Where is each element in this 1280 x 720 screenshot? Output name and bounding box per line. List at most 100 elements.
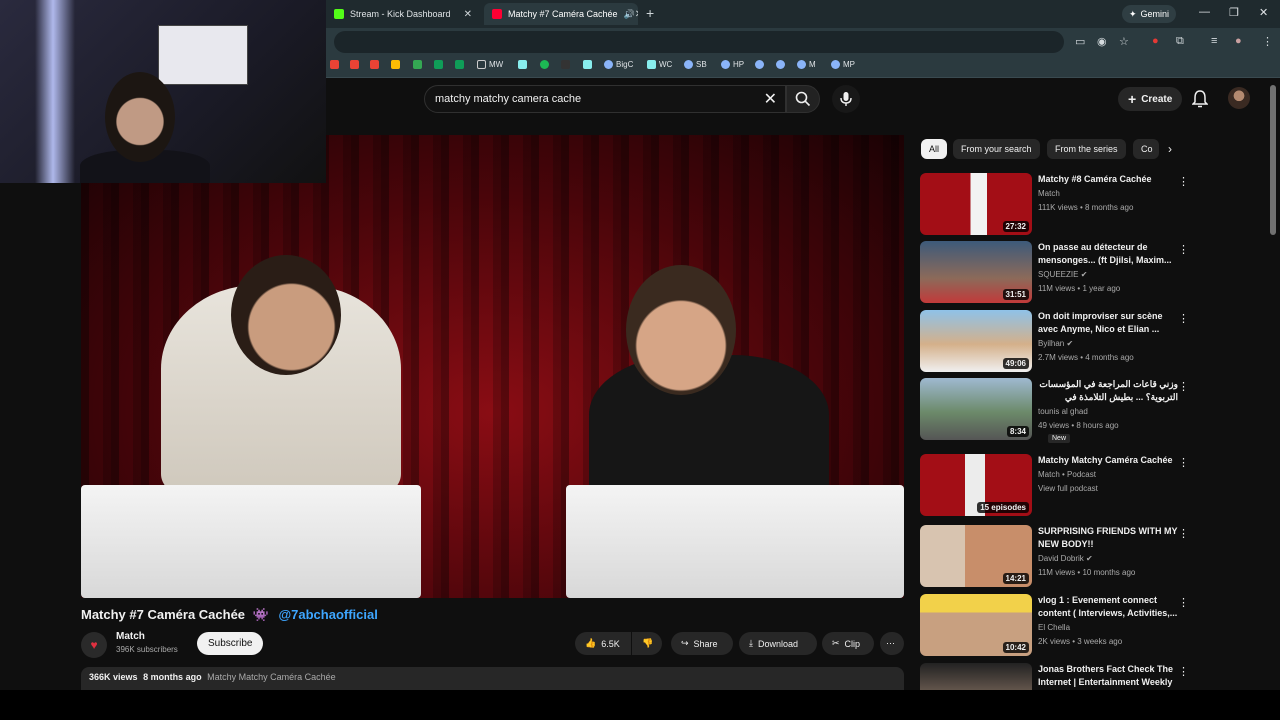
gmail-icon[interactable] <box>350 60 359 69</box>
bookmark-icon[interactable] <box>755 60 764 69</box>
gmail-icon[interactable] <box>330 60 339 69</box>
bookmark-sb[interactable]: SB <box>684 60 707 69</box>
video-thumbnail[interactable]: 10:42 <box>920 594 1032 656</box>
address-bar[interactable] <box>334 31 1064 53</box>
rec-channel[interactable]: Byilhan ✔ <box>1038 339 1073 348</box>
eye-off-icon[interactable]: ◉ <box>1097 35 1107 48</box>
rec-channel[interactable]: tounis al ghad <box>1038 407 1088 416</box>
more-vert-icon[interactable]: ⋮ <box>1178 456 1189 469</box>
rec-channel[interactable]: El Chella <box>1038 623 1070 632</box>
video-tag-link[interactable]: @7abchaofficial <box>278 607 377 622</box>
like-button[interactable]: 👍 6.5K <box>575 632 631 655</box>
rec-title[interactable]: On doit improviser sur scène avec Anyme,… <box>1038 310 1178 336</box>
dislike-button[interactable]: 👎 <box>632 632 662 655</box>
list-item-podcast[interactable]: 15 episodes Matchy Matchy Caméra Cachée … <box>920 454 1265 516</box>
rec-title[interactable]: vlog 1 : Evenement connect content ( Int… <box>1038 594 1178 620</box>
rec-title[interactable]: Matchy #8 Caméra Cachée <box>1038 173 1178 186</box>
scrollbar[interactable] <box>1270 85 1276 235</box>
video-thumbnail[interactable]: 31:51 <box>920 241 1032 303</box>
share-button[interactable]: ↪ Share <box>671 632 733 655</box>
clear-icon[interactable]: ✕ <box>764 89 777 109</box>
bookmark-icon[interactable] <box>561 60 570 69</box>
puzzle-icon[interactable]: ⧉ <box>1176 35 1184 48</box>
star-icon[interactable]: ☆ <box>1119 35 1129 48</box>
rec-channel[interactable]: Match • Podcast <box>1038 470 1096 479</box>
video-thumbnail[interactable]: 8:34 <box>920 378 1032 440</box>
bookmark-icon[interactable] <box>518 60 527 69</box>
cast-icon[interactable]: ▭ <box>1075 35 1085 48</box>
list-item[interactable]: Jonas Brothers Fact Check The Internet |… <box>920 663 1265 690</box>
drive-icon[interactable] <box>413 60 422 69</box>
bookmark-folder-mw[interactable]: MW <box>477 60 503 69</box>
close-icon[interactable]: ✕ <box>464 9 472 20</box>
chip-from-the-series[interactable]: From the series <box>1047 139 1126 159</box>
bookmark-m[interactable]: M <box>797 60 816 69</box>
voice-search-button[interactable] <box>832 85 860 113</box>
speaker-icon[interactable]: 🔊 <box>624 9 635 20</box>
list-item[interactable]: 10:42 vlog 1 : Evenement connect content… <box>920 594 1265 656</box>
video-thumbnail[interactable]: 27:32 <box>920 173 1032 235</box>
more-vert-icon[interactable]: ⋮ <box>1178 527 1189 540</box>
bookmark-bigc[interactable]: BigC <box>604 60 633 69</box>
list-item[interactable]: 27:32 Matchy #8 Caméra Cachée Match 111K… <box>920 173 1265 235</box>
view-full-podcast-link[interactable]: View full podcast <box>1038 484 1098 493</box>
close-icon[interactable]: ✕ <box>635 9 638 20</box>
rec-channel[interactable]: Match <box>1038 189 1060 198</box>
rec-channel[interactable]: David Dobrik ✔ <box>1038 554 1093 563</box>
subscribe-button[interactable]: Subscribe <box>197 632 264 655</box>
search-button[interactable] <box>786 85 820 113</box>
more-vert-icon[interactable]: ⋮ <box>1178 665 1189 678</box>
close-window-icon[interactable]: ✕ <box>1259 6 1268 19</box>
gmail-icon[interactable] <box>370 60 379 69</box>
avatar[interactable] <box>1228 87 1250 109</box>
tab-youtube-video[interactable]: Matchy #7 Caméra Cachée 🔊 ✕ <box>484 3 638 25</box>
new-tab-button[interactable]: + <box>646 5 654 21</box>
video-thumbnail[interactable]: 15 episodes <box>920 454 1032 516</box>
video-player[interactable] <box>81 135 904 598</box>
rec-title[interactable]: وزني قاعات المراجعة في المؤسسات التربوية… <box>1038 378 1178 404</box>
list-item[interactable]: 14:21 SURPRISING FRIENDS WITH MY NEW BOD… <box>920 525 1265 587</box>
clip-button[interactable]: ✂ Clip <box>822 632 874 655</box>
extension-red-icon[interactable]: ● <box>1152 35 1159 47</box>
more-vert-icon[interactable]: ⋮ <box>1178 243 1189 256</box>
play-icon[interactable] <box>540 60 549 69</box>
more-vert-icon[interactable]: ⋮ <box>1178 380 1189 393</box>
rec-title[interactable]: Jonas Brothers Fact Check The Internet |… <box>1038 663 1178 689</box>
tab-kick-dashboard[interactable]: Stream - Kick Dashboard ✕ <box>326 3 480 25</box>
profile-icon[interactable]: ● <box>1235 35 1242 47</box>
more-vert-icon[interactable]: ⋮ <box>1178 312 1189 325</box>
rec-title[interactable]: Matchy Matchy Caméra Cachée <box>1038 454 1178 467</box>
rec-title[interactable]: SURPRISING FRIENDS WITH MY NEW BODY!! <box>1038 525 1178 551</box>
bookmark-wc[interactable]: WC <box>647 60 672 69</box>
search-input[interactable]: matchy matchy camera cache ✕ <box>424 85 786 113</box>
more-actions-button[interactable]: ⋯ <box>880 632 904 655</box>
bookmark-hp[interactable]: HP <box>721 60 744 69</box>
media-icon[interactable]: ≡ <box>1211 35 1217 47</box>
channel-name[interactable]: Match <box>116 631 145 642</box>
rec-channel[interactable]: SQUEEZIE ✔ <box>1038 270 1087 279</box>
playlist-link[interactable]: Matchy Matchy Caméra Cachée <box>207 672 336 682</box>
menu-icon[interactable]: ⋮ <box>1262 35 1273 48</box>
notifications-bell-icon[interactable] <box>1192 90 1208 108</box>
chip-partial[interactable]: Co <box>1133 139 1159 159</box>
chevron-right-icon[interactable]: › <box>1168 142 1172 156</box>
drive-icon[interactable] <box>391 60 400 69</box>
video-thumbnail[interactable]: 14:21 <box>920 525 1032 587</box>
video-thumbnail[interactable] <box>920 663 1032 690</box>
sheets-icon[interactable] <box>455 60 464 69</box>
description-box[interactable]: 366K views 8 months ago Matchy Matchy Ca… <box>81 667 904 690</box>
restore-icon[interactable]: ❐ <box>1229 6 1239 19</box>
list-item[interactable]: 31:51 On passe au détecteur de mensonges… <box>920 241 1265 303</box>
sheets-icon[interactable] <box>434 60 443 69</box>
list-item[interactable]: 49:06 On doit improviser sur scène avec … <box>920 310 1265 372</box>
more-vert-icon[interactable]: ⋮ <box>1178 175 1189 188</box>
bookmark-icon[interactable] <box>776 60 785 69</box>
bookmark-mp[interactable]: MP <box>831 60 855 69</box>
more-vert-icon[interactable]: ⋮ <box>1178 596 1189 609</box>
video-thumbnail[interactable]: 49:06 <box>920 310 1032 372</box>
download-button[interactable]: ⤓ Download <box>739 632 817 655</box>
channel-avatar[interactable]: ♥ <box>81 632 107 658</box>
rec-title[interactable]: On passe au détecteur de mensonges... (f… <box>1038 241 1178 267</box>
chip-all[interactable]: All <box>921 139 948 159</box>
chip-from-your-search[interactable]: From your search <box>953 139 1040 159</box>
